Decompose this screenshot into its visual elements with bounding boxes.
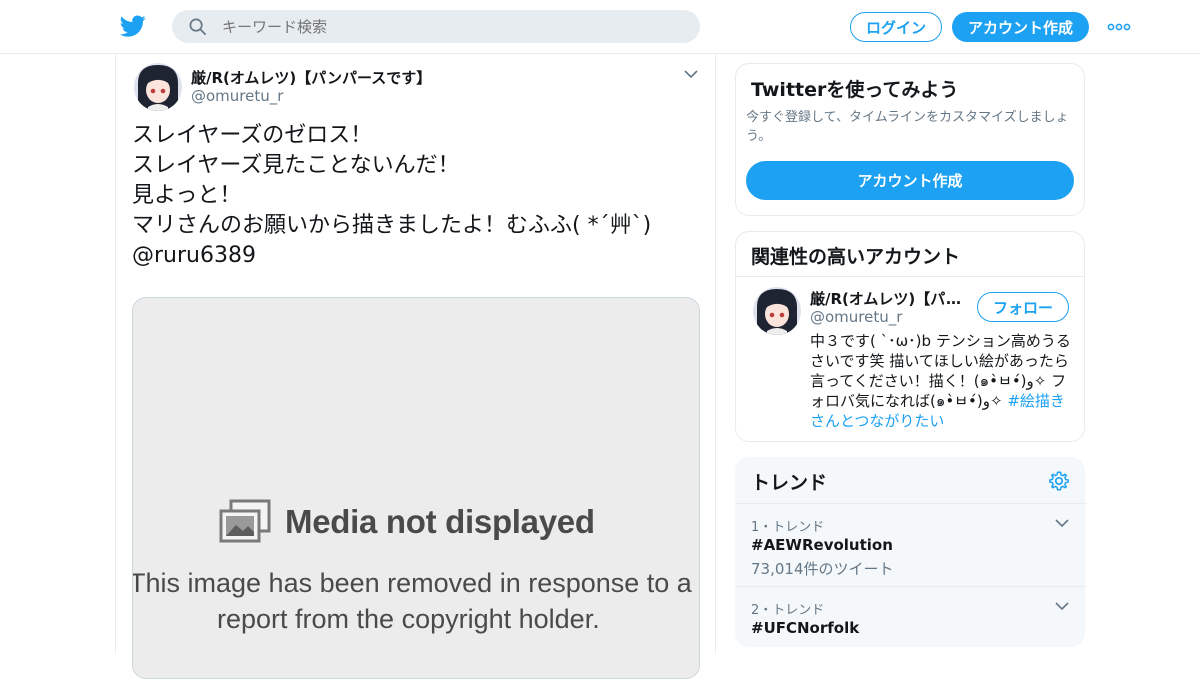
signup-button[interactable]: アカウント作成 (952, 12, 1089, 42)
trend-rank: 1・トレンド (751, 520, 825, 535)
trend-tweet-count: 73,014件のツイート (751, 560, 894, 578)
search-icon (189, 18, 206, 35)
image-placeholder-icon (219, 499, 271, 543)
related-account-name[interactable]: 厳/R(オムレツ)【パンパースです】 (810, 288, 966, 309)
signup-promo-button[interactable]: アカウント作成 (746, 161, 1074, 200)
follow-button[interactable]: フォロー (977, 292, 1069, 322)
tweet-text-line: マリさんのお願いから描きましたよ！むふふ( *´艸`) (132, 213, 652, 238)
related-account-handle[interactable]: @omuretu_r (810, 308, 902, 326)
signup-promo-card: Twitterを使ってみよう 今すぐ登録して、タイムラインをカスタマイズしましょ… (735, 63, 1085, 216)
media-removed-notice-line: This image has been removed in response … (132, 568, 692, 598)
signup-promo-title: Twitterを使ってみよう (751, 79, 959, 101)
more-options-icon[interactable] (1107, 23, 1131, 31)
related-accounts-card: 関連性の高いアカウント 厳/R(オムレツ)【パンパースです】 @omuretu_… (735, 231, 1085, 442)
media-not-displayed-title: Media not displayed (285, 503, 595, 540)
avatar-illustration (134, 63, 182, 111)
divider (736, 503, 1086, 504)
related-account-avatar[interactable] (753, 287, 801, 335)
gear-icon[interactable] (1048, 470, 1070, 492)
trend-rank: 2・トレンド (751, 603, 825, 618)
tweet-author-avatar[interactable] (134, 63, 182, 111)
tweet-column: 厳/R(オムレツ)【パンパースです】 @omuretu_r スレイヤーズのゼロス… (115, 53, 716, 679)
signup-promo-description: 今すぐ登録して、タイムラインをカスタマイズしましょう。 (746, 110, 1069, 144)
tweet-text-line: スレイヤーズ見たことないんだ！ (132, 153, 460, 178)
avatar-illustration (753, 287, 801, 335)
tweet-mention-link[interactable]: @ruru6389 (132, 241, 702, 271)
divider (736, 276, 1084, 277)
tweet-author-handle[interactable]: @omuretu_r (191, 87, 283, 105)
tweet-text: スレイヤーズのゼロス！ スレイヤーズ見たことないんだ！ 見よっと！ マリさんのお… (132, 121, 702, 271)
tweet-text-line: 見よっと！ (132, 183, 242, 208)
login-button[interactable]: ログイン (850, 12, 942, 42)
trends-title: トレンド (751, 472, 828, 494)
chevron-down-icon[interactable] (684, 70, 698, 79)
related-accounts-title: 関連性の高いアカウント (751, 246, 961, 268)
related-account-bio: 中３です( `･ω･)b テンション高めうるさいです笑 描いてほしい絵があったら… (810, 331, 1076, 431)
media-removed-notice-line: report from the copyright holder. (217, 604, 600, 634)
chevron-down-icon[interactable] (1055, 519, 1069, 528)
top-bar: ログイン アカウント作成 (0, 0, 1200, 54)
trends-card: トレンド 1・トレンド #AEWRevolution 73,014件のツイート … (735, 457, 1086, 647)
tweet-author-name[interactable]: 厳/R(オムレツ)【パンパースです】 (191, 67, 431, 88)
trend-name-link[interactable]: #AEWRevolution (751, 536, 893, 554)
trend-name-link[interactable]: #UFCNorfolk (751, 619, 859, 637)
divider (736, 586, 1086, 587)
tweet-media-placeholder[interactable]: Media not displayed This image has been … (132, 297, 700, 679)
twitter-bird-icon[interactable] (119, 13, 147, 39)
chevron-down-icon[interactable] (1055, 602, 1069, 611)
search-input[interactable] (222, 10, 682, 43)
tweet-text-line: スレイヤーズのゼロス！ (132, 123, 373, 148)
search-box[interactable] (172, 10, 700, 43)
